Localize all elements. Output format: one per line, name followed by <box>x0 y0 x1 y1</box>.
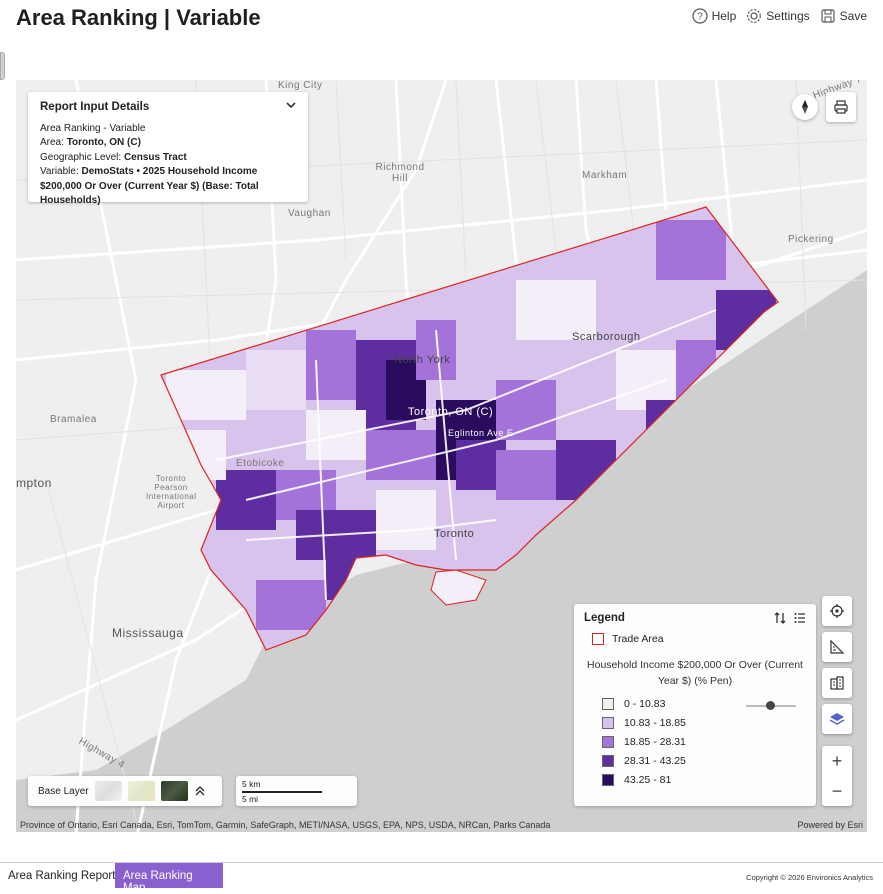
geo-value: Census Tract <box>123 151 187 163</box>
zoom-out-button[interactable]: − <box>822 776 852 806</box>
help-icon: ? <box>691 8 708 24</box>
label-bramalea: Bramalea <box>50 414 97 425</box>
basemap-gray-thumb[interactable] <box>94 781 122 801</box>
area-line: Area: Toronto, ON (C) <box>40 136 296 151</box>
basemap-streets-thumb[interactable] <box>127 781 155 801</box>
zoom-control: + − <box>822 746 852 806</box>
settings-button[interactable]: Settings <box>746 8 810 24</box>
area-label: Area: <box>40 137 64 148</box>
class-swatch-3 <box>602 735 614 748</box>
ruler-icon <box>830 639 845 654</box>
settings-label: Settings <box>766 9 810 23</box>
geo-label: Geographic Level: <box>40 151 122 163</box>
geo-line: Geographic Level: Census Tract <box>40 151 296 166</box>
base-layer-label: Base Layer <box>38 785 89 797</box>
building-icon <box>830 676 844 690</box>
buildings-button[interactable] <box>822 668 852 698</box>
list-icon[interactable] <box>794 612 806 624</box>
layers-icon <box>829 713 845 725</box>
tab-area-ranking-map[interactable]: Area Ranking Map <box>115 863 223 894</box>
label-eglinton: Eglinton Ave E <box>448 428 514 438</box>
scale-mi: 5 mi <box>242 794 259 804</box>
class-label-5: 43.25 - 81 <box>624 773 672 786</box>
locate-button[interactable] <box>822 596 852 626</box>
help-label: Help <box>711 9 737 23</box>
class-swatch-2 <box>602 716 614 729</box>
opacity-slider[interactable] <box>746 701 796 710</box>
trade-area-label: Trade Area <box>612 633 664 645</box>
base-layer-panel: Base Layer <box>28 776 222 806</box>
label-pickering: Pickering <box>788 234 834 245</box>
class-label-1: 0 - 10.83 <box>624 697 666 710</box>
label-north-york: North York <box>394 354 451 366</box>
report-input-details: Report Input Details Area Ranking - Vari… <box>28 92 308 206</box>
help-button[interactable]: ? Help <box>691 8 737 24</box>
label-toronto: Toronto <box>434 528 475 540</box>
class-swatch-1 <box>602 697 614 710</box>
class-swatch-4 <box>602 754 614 767</box>
legend-class-row: 18.85 - 28.31 <box>602 732 806 751</box>
save-label: Save <box>839 9 867 23</box>
trade-area-swatch <box>592 633 604 645</box>
map-attribution: Province of Ontario, Esri Canada, Esri, … <box>20 820 551 830</box>
legend-class-row: 10.83 - 18.85 <box>602 713 806 732</box>
svg-text:?: ? <box>697 12 703 23</box>
header-actions: ? Help Settings Save <box>691 8 867 24</box>
variable-line: Variable: DemoStats • 2025 Household Inc… <box>40 165 296 209</box>
label-king-city: King City <box>278 80 323 91</box>
label-toronto-c: Toronto, ON (C) <box>408 406 494 418</box>
compass-icon <box>802 100 808 114</box>
legend-class-row: 28.31 - 43.25 <box>602 751 806 770</box>
printer-icon <box>834 100 848 114</box>
report-details-heading: Report Input Details <box>40 101 150 113</box>
class-label-2: 10.83 - 18.85 <box>624 716 686 729</box>
zoom-in-button[interactable]: + <box>822 746 852 776</box>
chevron-up-icon[interactable] <box>194 785 206 797</box>
legend-trade-area: Trade Area <box>592 633 806 645</box>
legend-panel: Legend Trade Area Household Income $200,… <box>574 604 816 806</box>
side-panel-toggle[interactable] <box>0 52 5 80</box>
basemap-imagery-thumb[interactable] <box>160 781 188 801</box>
area-value: Toronto, ON (C) <box>66 137 141 148</box>
class-label-4: 28.31 - 43.25 <box>624 754 686 767</box>
scale-km: 5 km <box>242 779 261 789</box>
powered-by[interactable]: Powered by Esri <box>797 820 863 830</box>
gear-icon <box>747 9 762 23</box>
class-label-3: 18.85 - 28.31 <box>624 735 686 748</box>
measure-button[interactable] <box>822 632 852 662</box>
label-mississauga: Mississauga <box>112 626 184 640</box>
variable-label: Variable: <box>40 166 79 177</box>
label-vaughan: Vaughan <box>288 208 331 219</box>
scale-line <box>242 791 322 793</box>
copyright: Copyright © 2026 Environics Analytics <box>746 873 873 882</box>
legend-class-row: 43.25 - 81 <box>602 770 806 789</box>
class-swatch-5 <box>602 773 614 786</box>
label-markham: Markham <box>582 170 628 181</box>
page-title: Area Ranking | Variable <box>16 5 261 30</box>
label-scarborough: Scarborough <box>572 331 641 343</box>
crosshair-icon <box>830 604 844 618</box>
label-airport: Toronto Pearson International Airport <box>146 474 197 510</box>
sort-icon[interactable] <box>774 612 786 624</box>
opacity-slider-handle[interactable] <box>766 701 775 710</box>
legend-variable-title: Household Income $200,000 Or Over (Curre… <box>587 659 803 687</box>
layers-button[interactable] <box>822 704 852 734</box>
legend-title: Legend <box>584 612 625 624</box>
label-etobicoke: Etobicoke <box>236 458 285 469</box>
chevron-down-icon[interactable] <box>286 100 296 115</box>
print-button[interactable] <box>826 92 856 122</box>
tab-area-ranking-report[interactable]: Area Ranking Report <box>0 863 123 888</box>
report-type: Area Ranking - Variable <box>40 122 146 134</box>
save-icon <box>821 9 835 23</box>
map-view[interactable]: King City Richmond Hill Markham Vaughan … <box>16 80 867 832</box>
compass-button[interactable] <box>792 94 818 120</box>
page-header: Area Ranking | Variable ? Help Settings … <box>0 0 883 44</box>
scale-bar: 5 km 5 mi <box>236 776 357 806</box>
footer-tabs: Area Ranking Report Area Ranking Map Cop… <box>0 862 883 894</box>
save-button[interactable]: Save <box>820 8 867 24</box>
label-brampton: mpton <box>16 476 52 490</box>
label-richmond-hill: Richmond Hill <box>375 162 425 184</box>
legend-class-row: 0 - 10.83 <box>602 694 806 713</box>
